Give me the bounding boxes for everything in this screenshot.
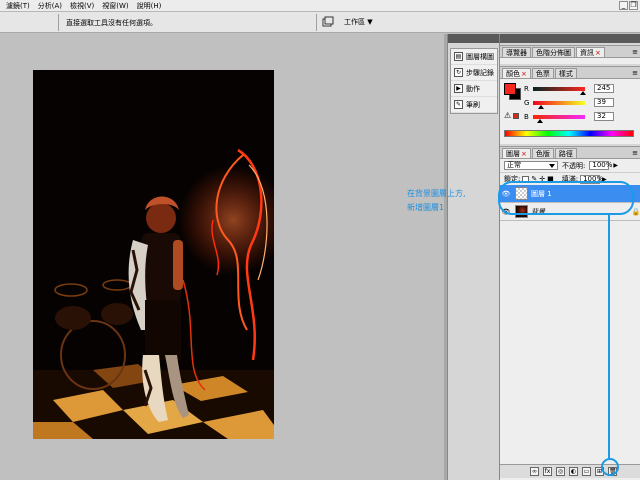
dock-header[interactable] — [448, 34, 499, 43]
close-icon[interactable]: × — [521, 150, 527, 158]
history-icon: ↻ — [454, 68, 463, 77]
close-icon[interactable]: × — [595, 49, 601, 57]
blue-slider-thumb[interactable] — [536, 118, 543, 123]
foreground-color-swatch[interactable] — [504, 83, 516, 95]
window-controls: _ ❐ — [619, 1, 638, 10]
collapsed-panel-list: ▤ 圖層構圖 ↻ 步驟記錄 ▶ 動作 ✎ 筆刷 — [450, 48, 498, 114]
navigator-panel: 導覽器 色階分佈圖 資訊× ≡ — [500, 45, 640, 64]
annotation-highlight-circle — [601, 458, 619, 476]
add-mask-button[interactable]: ◎ — [556, 467, 565, 476]
new-group-button[interactable]: ▭ — [582, 467, 591, 476]
actions-icon: ▶ — [454, 84, 463, 93]
menu-filter[interactable]: 濾鏡(T) — [2, 0, 34, 12]
tab-layers-label: 圖層 — [506, 150, 520, 158]
menu-help[interactable]: 說明(H) — [133, 0, 166, 12]
photoshop-window: 濾鏡(T) 分析(A) 檢視(V) 視窗(W) 說明(H) _ ❐ 直接選取工具… — [0, 0, 640, 480]
tab-navigator[interactable]: 導覽器 — [502, 47, 531, 57]
color-spectrum-bar[interactable] — [504, 130, 634, 137]
opacity-value: 100% — [592, 161, 613, 169]
panel-tabs: 顏色× 色票 樣式 ≡ — [500, 67, 640, 79]
layers-footer: ∞ fx ◎ ◐ ▭ ⊞ 🗑 — [500, 464, 640, 478]
link-layers-icon[interactable]: ∞ — [530, 467, 539, 476]
minimize-button[interactable]: _ — [619, 1, 628, 10]
panel-button-label: 動作 — [466, 84, 480, 93]
blend-mode-select[interactable]: 正常 — [504, 161, 558, 170]
panel-button-label: 筆刷 — [466, 100, 480, 109]
gamut-warning-icon[interactable]: ⚠ — [504, 111, 511, 120]
tab-layers[interactable]: 圖層× — [502, 148, 531, 158]
panel-dock: 導覽器 色階分佈圖 資訊× ≡ 顏色× 色票 樣式 ≡ R 245 G 39 ⚠… — [499, 34, 640, 480]
color-panel: 顏色× 色票 樣式 ≡ R 245 G 39 ⚠ B 32 — [500, 66, 640, 144]
dock-header[interactable] — [500, 34, 640, 43]
photo-content — [33, 70, 274, 439]
panel-button-actions[interactable]: ▶ 動作 — [451, 81, 497, 97]
panel-tabs: 導覽器 色階分佈圖 資訊× ≡ — [500, 46, 640, 58]
tab-info-label: 資訊 — [580, 49, 594, 57]
channel-label: R — [524, 84, 529, 93]
channel-label: B — [524, 112, 529, 121]
red-slider-row: R 245 — [524, 84, 614, 95]
menu-analysis[interactable]: 分析(A) — [34, 0, 66, 12]
brush-icon: ✎ — [454, 100, 463, 109]
tab-channels[interactable]: 色版 — [531, 148, 554, 158]
annotation-text: 在背景圖層上方, 新增圖層1 — [407, 189, 466, 212]
document-image[interactable] — [33, 70, 274, 439]
green-value-field[interactable]: 39 — [594, 98, 614, 107]
panel-button-label: 圖層構圖 — [466, 52, 494, 61]
chevron-down-icon — [549, 163, 555, 168]
menu-window[interactable]: 視窗(W) — [98, 0, 132, 12]
layer-style-button[interactable]: fx — [543, 467, 552, 476]
tab-info[interactable]: 資訊× — [576, 47, 605, 57]
divider — [316, 14, 317, 31]
adjustment-layer-button[interactable]: ◐ — [569, 467, 578, 476]
layer-comps-icon: ▤ — [454, 52, 463, 61]
blue-slider-row: B 32 — [524, 112, 614, 123]
opacity-label: 不透明: — [562, 161, 586, 170]
blue-slider[interactable] — [533, 114, 585, 123]
opacity-field[interactable]: 100% — [589, 161, 613, 170]
annotation-connector-line — [608, 215, 610, 459]
panel-button-history[interactable]: ↻ 步驟記錄 — [451, 65, 497, 81]
red-slider[interactable] — [533, 86, 586, 95]
green-slider-thumb[interactable] — [537, 104, 544, 109]
menu-view[interactable]: 檢視(V) — [66, 0, 98, 12]
bridge-icon[interactable] — [322, 16, 334, 28]
close-icon[interactable]: × — [521, 70, 527, 78]
gamut-swatch[interactable] — [513, 113, 519, 119]
red-slider-thumb[interactable] — [579, 90, 586, 95]
tab-histogram[interactable]: 色階分佈圖 — [532, 47, 575, 57]
annotation-highlight-oval — [498, 181, 634, 215]
collapsed-panel-dock: ▤ 圖層構圖 ↻ 步驟記錄 ▶ 動作 ✎ 筆刷 — [447, 34, 499, 480]
canvas-area[interactable] — [0, 34, 444, 480]
panel-menu-icon[interactable]: ≡ — [632, 48, 638, 56]
panel-menu-icon[interactable]: ≡ — [632, 69, 638, 77]
restore-button[interactable]: ❐ — [629, 1, 638, 10]
lock-icon: 🔒 — [631, 207, 640, 216]
panel-tabs: 圖層× 色版 路徑 ≡ — [500, 147, 640, 159]
tab-swatches[interactable]: 色票 — [531, 68, 554, 78]
blend-mode-value: 正常 — [507, 161, 521, 169]
tool-options-message: 直接選取工具沒有任何選項。 — [66, 19, 157, 27]
panel-button-label: 步驟記錄 — [466, 68, 494, 77]
divider — [58, 14, 59, 31]
tab-styles[interactable]: 樣式 — [554, 68, 577, 78]
workspace-label: 工作區 ▼ — [344, 18, 373, 26]
green-slider-row: G 39 — [524, 98, 614, 109]
menu-bar: 濾鏡(T) 分析(A) 檢視(V) 視窗(W) 說明(H) _ ❐ — [0, 0, 640, 12]
workspace-dropdown[interactable]: 工作區 ▼ — [344, 17, 373, 27]
options-bar: 直接選取工具沒有任何選項。 工作區 ▼ — [0, 12, 640, 33]
blue-value-field[interactable]: 32 — [594, 112, 614, 121]
blend-opacity-row: 正常 不透明: 100% ▶ — [500, 159, 640, 173]
opacity-arrow-icon[interactable]: ▶ — [613, 162, 618, 169]
panel-button-brushes[interactable]: ✎ 筆刷 — [451, 97, 497, 113]
tab-paths[interactable]: 路徑 — [554, 148, 577, 158]
tab-color[interactable]: 顏色× — [502, 68, 531, 78]
panel-menu-icon[interactable]: ≡ — [632, 149, 638, 157]
channel-label: G — [524, 98, 530, 107]
panel-button-layer-comps[interactable]: ▤ 圖層構圖 — [451, 49, 497, 65]
red-value-field[interactable]: 245 — [594, 84, 614, 93]
green-slider[interactable] — [533, 100, 585, 109]
tab-color-label: 顏色 — [506, 70, 520, 78]
